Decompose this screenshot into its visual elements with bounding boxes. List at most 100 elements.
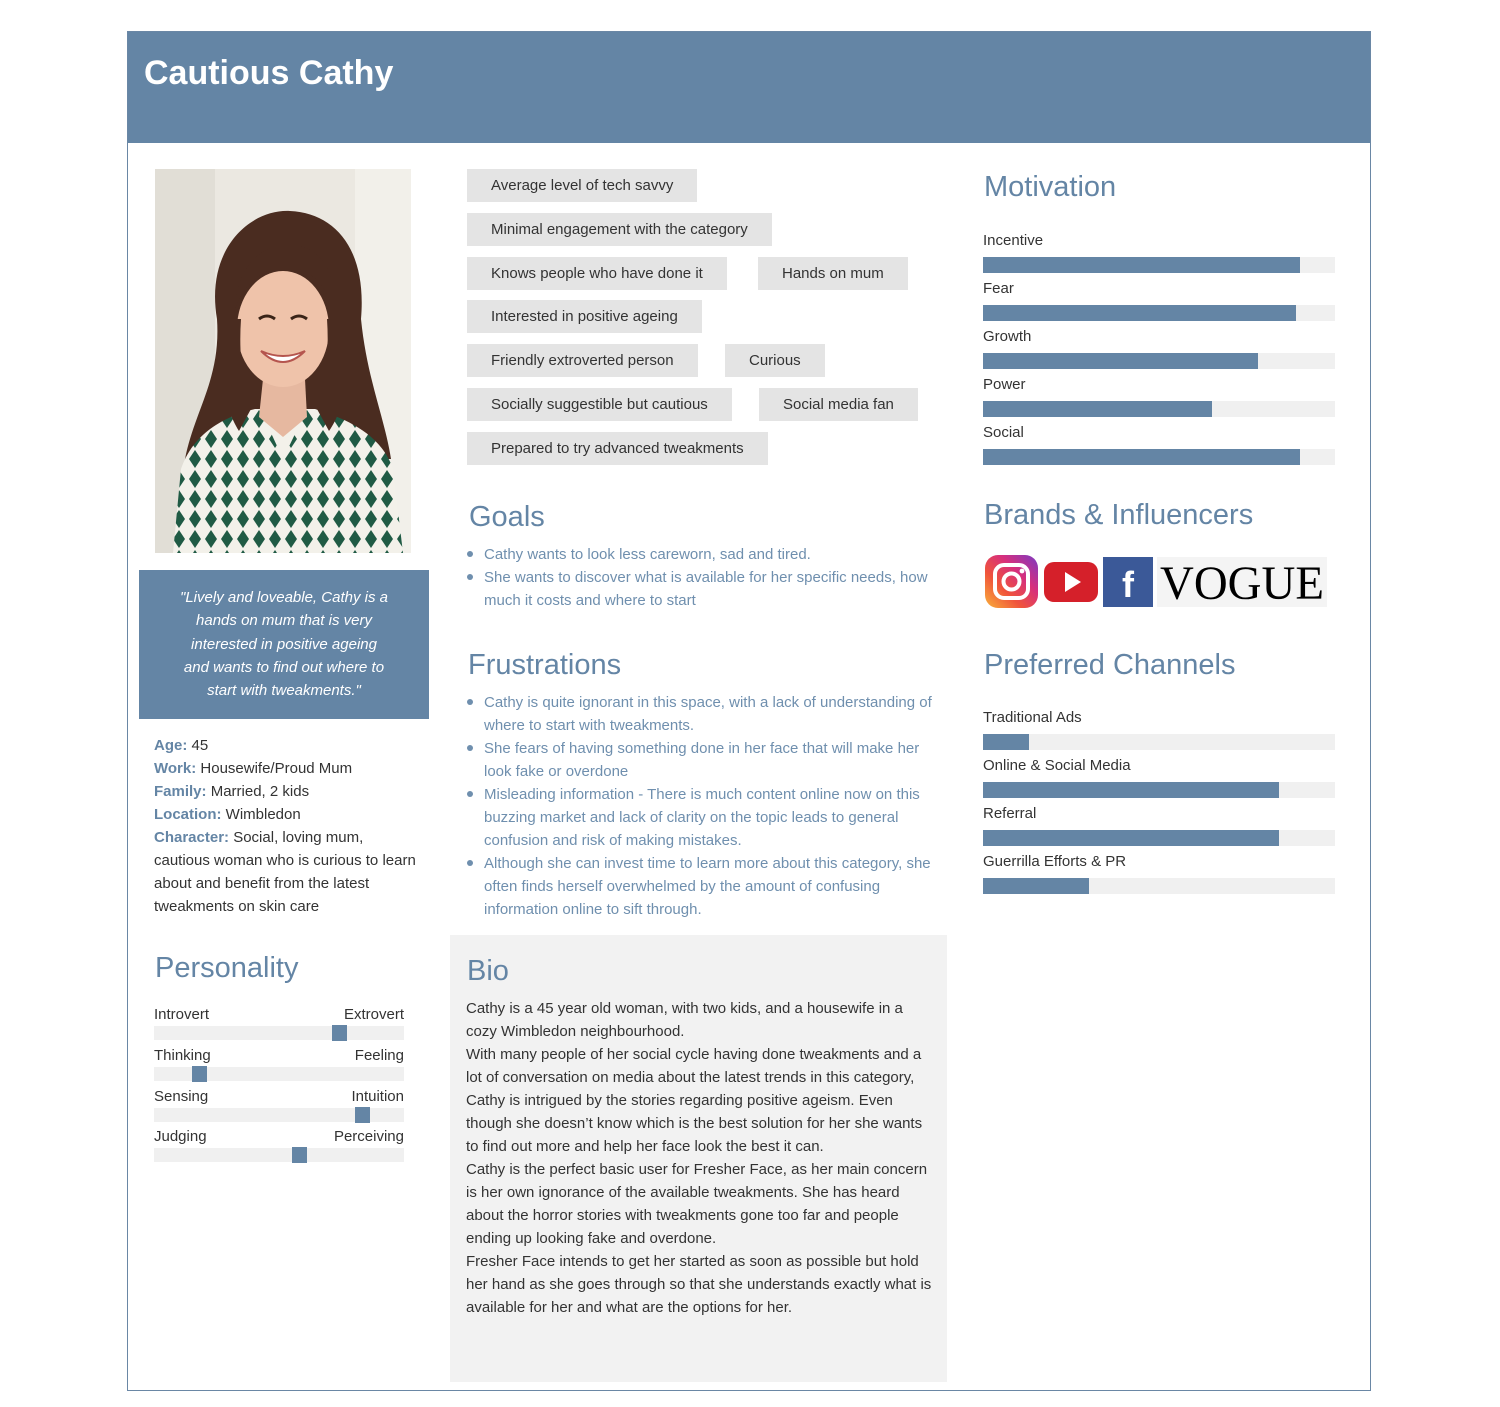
bio-paragraph: Cathy is a 45 year old woman, with two k… <box>466 1000 903 1040</box>
trait-tag: Knows people who have done it <box>467 257 727 290</box>
bio-paragraph: Cathy is the perfect basic user for Fres… <box>466 1161 928 1247</box>
metric-fill <box>983 449 1300 465</box>
metric-label: Referral <box>983 805 1037 822</box>
metric-label: Growth <box>983 328 1032 345</box>
metric-track <box>983 449 1335 465</box>
goals-title: Goals <box>469 501 545 533</box>
fact-value: Housewife/Proud Mum <box>196 760 353 777</box>
fact-location: Location: Wimbledon <box>154 806 301 823</box>
metric-track <box>983 257 1335 273</box>
fact-label: Work <box>154 760 192 777</box>
fact-label: Location <box>154 806 217 823</box>
scale-track <box>154 1066 404 1082</box>
list-item: She fears of having something done in he… <box>467 737 937 783</box>
metric-fill <box>983 401 1212 417</box>
persona-name: Cautious Cathy <box>144 54 394 92</box>
frustrations-title: Frustrations <box>468 649 622 681</box>
brands-title: Brands & Influencers <box>984 499 1254 531</box>
metric-track <box>983 830 1335 846</box>
scale-right-label: Extrovert <box>343 1006 404 1023</box>
trait-tag: Socially suggestible but cautious <box>467 388 732 421</box>
trait-tag: Curious <box>725 344 825 377</box>
scale-marker <box>192 1066 207 1082</box>
scale-left-label: Sensing <box>154 1088 209 1105</box>
motivation-title: Motivation <box>984 171 1117 203</box>
youtube-icon <box>1043 560 1099 609</box>
metric-track <box>983 878 1335 894</box>
channel-item: Guerrilla Efforts & PR <box>983 853 1335 894</box>
personality-scale: Introvert Extrovert <box>154 1006 404 1041</box>
scale-right-label: Perceiving <box>333 1128 404 1145</box>
motivation-item: Fear <box>983 280 1335 321</box>
metric-fill <box>983 830 1279 846</box>
vogue-logo: VOGUE <box>1157 556 1327 612</box>
metric-track <box>983 353 1335 369</box>
motivation-item: Growth <box>983 328 1335 369</box>
bio-panel: Bio Cathy is a 45 year old woman, with t… <box>450 935 947 1382</box>
trait-tag: Average level of tech savvy <box>467 169 698 202</box>
list-item: She wants to discover what is available … <box>467 566 937 612</box>
trait-tag: Social media fan <box>759 388 918 421</box>
metric-track <box>983 734 1335 750</box>
facebook-letter: f <box>1122 564 1135 605</box>
scale-left-label: Introvert <box>154 1006 210 1023</box>
trait-tag: Friendly extroverted person <box>467 344 698 377</box>
persona-card: Cautious Cathy "Lively and loveable, Cat… <box>127 31 1371 1391</box>
facebook-icon: f <box>1103 556 1153 612</box>
scale-marker <box>292 1147 307 1163</box>
channel-item: Online & Social Media <box>983 757 1335 798</box>
metric-label: Online & Social Media <box>983 757 1131 774</box>
motivation-item: Power <box>983 376 1335 417</box>
persona-quote: "Lively and loveable, Cathy is a hands o… <box>139 570 429 719</box>
metric-fill <box>983 734 1029 750</box>
fact-family: Family: Married, 2 kids <box>154 783 310 800</box>
trait-tag: Minimal engagement with the category <box>467 213 772 246</box>
fact-label: Age <box>154 737 183 754</box>
metric-label: Power <box>983 376 1026 393</box>
metric-fill <box>983 878 1089 894</box>
persona-photo <box>155 169 411 553</box>
header-bar: Cautious Cathy <box>128 32 1370 143</box>
frustrations-list: Cathy is quite ignorant in this space, w… <box>467 691 937 921</box>
list-item: Cathy is quite ignorant in this space, w… <box>467 691 937 737</box>
metric-track <box>983 782 1335 798</box>
personality-scale: Thinking Feeling <box>154 1047 404 1082</box>
fact-age: Age: 45 <box>154 737 209 754</box>
metric-fill <box>983 353 1258 369</box>
brand-logos: f VOGUE <box>984 554 1327 614</box>
vogue-text: VOGUE <box>1160 557 1324 607</box>
fact-character: Character: Social, loving mum, cautious … <box>154 829 416 915</box>
scale-right-label: Intuition <box>351 1088 404 1105</box>
bio-paragraph: With many people of her social cycle hav… <box>466 1046 923 1155</box>
metric-label: Traditional Ads <box>983 709 1082 726</box>
bio-text: Cathy is a 45 year old woman, with two k… <box>466 997 936 1319</box>
personality-scale: Judging Perceiving <box>154 1128 404 1163</box>
channel-item: Traditional Ads <box>983 709 1335 750</box>
channels-title: Preferred Channels <box>984 649 1236 681</box>
scale-marker <box>332 1025 347 1041</box>
metric-fill <box>983 257 1300 273</box>
metric-label: Fear <box>983 280 1014 297</box>
bio-title: Bio <box>467 955 509 987</box>
list-item: Misleading information - There is much c… <box>467 783 937 852</box>
scale-track <box>154 1025 404 1041</box>
list-item: Although she can invest time to learn mo… <box>467 852 937 921</box>
personality-scale: Sensing Intuition <box>154 1088 404 1123</box>
metric-label: Guerrilla Efforts & PR <box>983 853 1127 870</box>
metric-track <box>983 305 1335 321</box>
goals-list: Cathy wants to look less careworn, sad a… <box>467 543 937 612</box>
motivation-item: Incentive <box>983 232 1335 273</box>
bio-paragraph: Fresher Face intends to get her started … <box>466 1253 932 1316</box>
scale-left-label: Thinking <box>154 1047 211 1064</box>
fact-value: Wimbledon <box>221 806 301 823</box>
instagram-icon <box>984 554 1039 614</box>
fact-value: Married, 2 kids <box>206 783 310 800</box>
trait-tag: Prepared to try advanced tweakments <box>467 432 768 465</box>
scale-marker <box>354 1107 370 1123</box>
scale-track <box>154 1107 404 1123</box>
metric-label: Social <box>983 424 1024 441</box>
motivation-item: Social <box>983 424 1335 465</box>
trait-tag: Interested in positive ageing <box>467 300 702 333</box>
persona-facts: Age: 45 Work: Housewife/Proud Mum Family… <box>154 734 416 918</box>
scale-left-label: Judging <box>154 1128 207 1145</box>
